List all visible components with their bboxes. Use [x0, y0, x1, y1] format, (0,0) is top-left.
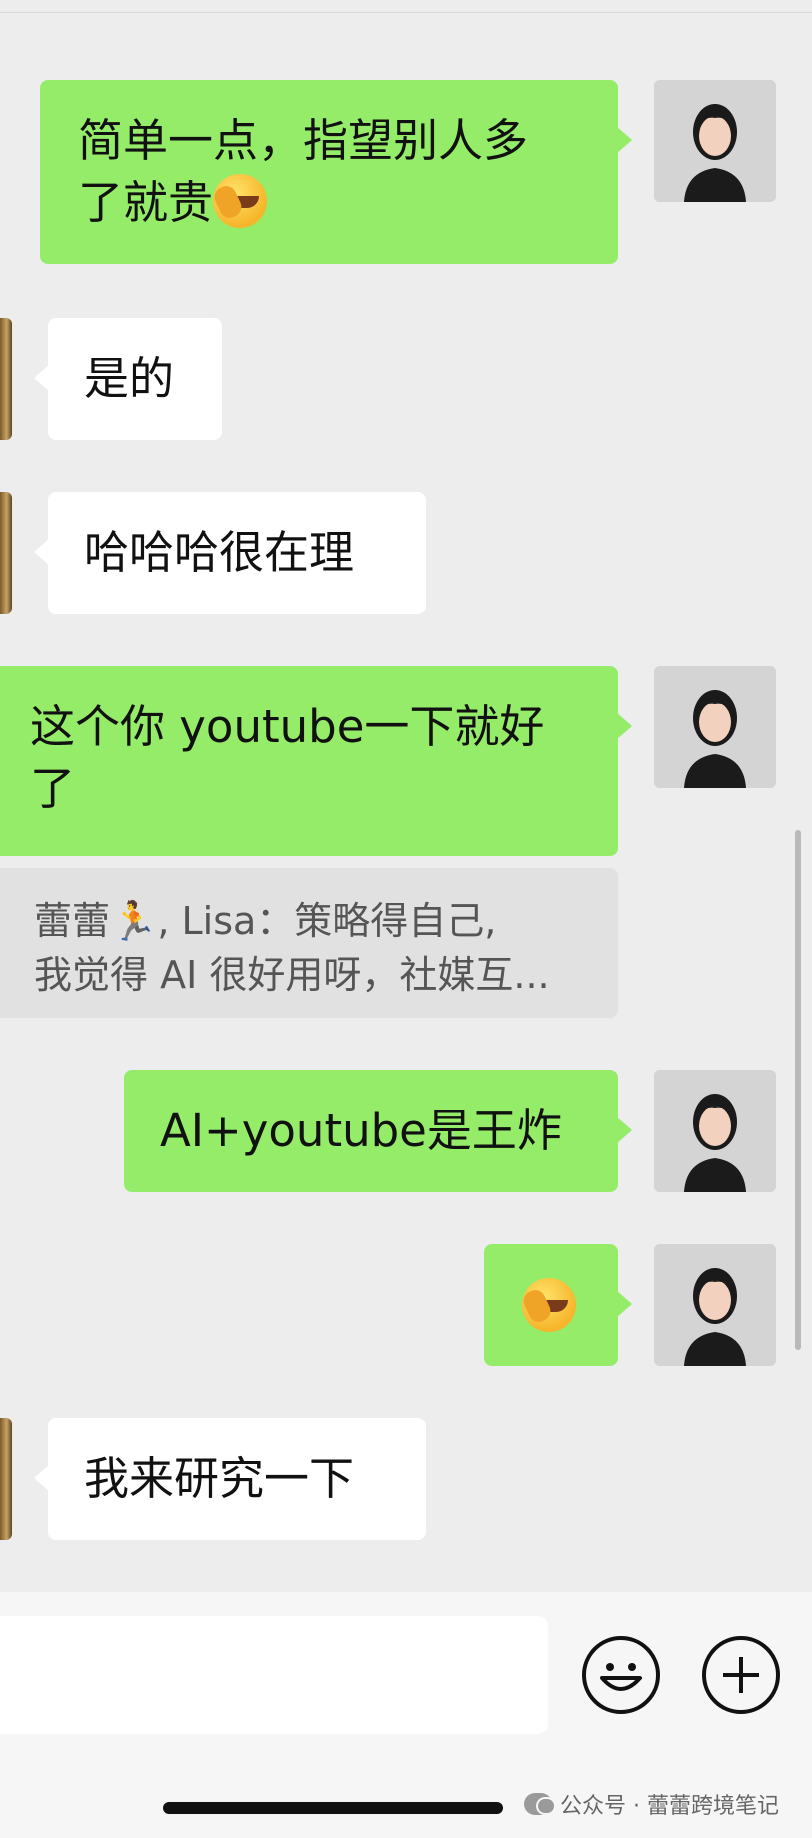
avatar-self[interactable]	[654, 666, 776, 788]
message-text: 了就贵	[78, 176, 214, 229]
message-bubble-sent[interactable]: AI+youtube是王炸	[124, 1070, 632, 1192]
message-text: AI+youtube是王炸	[160, 1104, 562, 1157]
smiley-icon	[600, 1663, 642, 1691]
quoted-message[interactable]: 蕾蕾🏃, Lisa：策略得自己, 我觉得 AI 很好用呀，社媒互...	[0, 868, 618, 1018]
avatar-self[interactable]	[654, 1070, 776, 1192]
watermark: 公众号 · 蕾蕾跨境笔记	[524, 1788, 779, 1820]
message-text: 了	[30, 762, 76, 815]
quote-text: 蕾蕾🏃, Lisa：策略得自己,	[34, 899, 497, 943]
emoji-button[interactable]	[582, 1636, 660, 1714]
wechat-logo-icon	[524, 1793, 554, 1815]
avatar-self[interactable]	[654, 1244, 776, 1366]
avatar-contact[interactable]	[0, 492, 12, 614]
message-input[interactable]	[0, 1616, 548, 1734]
more-button[interactable]	[702, 1636, 780, 1714]
input-bar: 公众号 · 蕾蕾跨境笔记	[0, 1592, 812, 1838]
home-indicator[interactable]	[163, 1802, 503, 1814]
message-bubble-received[interactable]: 哈哈哈很在理	[34, 492, 426, 614]
avatar-contact[interactable]	[0, 318, 12, 440]
avatar-self[interactable]	[654, 80, 776, 202]
chat-message-list[interactable]: 简单一点，指望别人多 了就贵 是的 哈哈哈很在理 这个你 youtube一下就好…	[0, 0, 812, 1592]
message-bubble-sent[interactable]: 简单一点，指望别人多 了就贵	[40, 80, 632, 264]
face-palm-emoji-icon	[522, 1278, 576, 1332]
scrollbar[interactable]	[795, 830, 801, 1350]
message-text: 我来研究一下	[84, 1452, 355, 1505]
watermark-text: 公众号 · 蕾蕾跨境笔记	[560, 1794, 779, 1819]
message-text: 是的	[84, 352, 175, 405]
quote-text: 我觉得 AI 很好用呀，社媒互...	[34, 953, 550, 997]
plus-circle-icon	[723, 1657, 759, 1693]
message-text: 哈哈哈很在理	[84, 526, 355, 579]
face-palm-emoji-icon	[213, 174, 268, 228]
message-text: 这个你 youtube一下就好	[30, 700, 545, 753]
message-bubble-sent[interactable]: 这个你 youtube一下就好 了	[0, 666, 632, 856]
message-bubble-received[interactable]: 是的	[34, 318, 222, 440]
avatar-contact[interactable]	[0, 1418, 12, 1540]
message-bubble-received[interactable]: 我来研究一下	[34, 1418, 426, 1540]
message-bubble-sent[interactable]	[484, 1244, 632, 1366]
message-text: 简单一点，指望别人多	[78, 114, 529, 167]
